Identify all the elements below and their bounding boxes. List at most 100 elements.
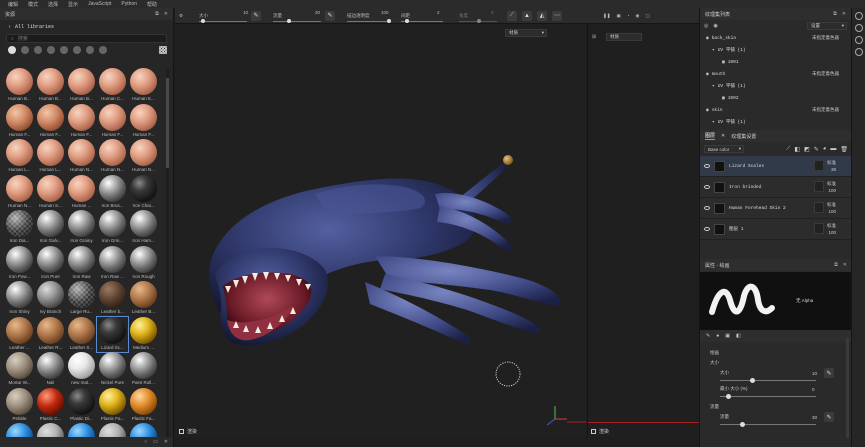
menu-help[interactable]: 帮助 [147,1,157,8]
eye-icon[interactable]: ◉ [706,72,709,77]
physics-icon[interactable]: ◭ [537,10,547,21]
flow-value[interactable]: 30 [812,415,817,420]
filter-environment-icon[interactable] [99,46,107,54]
properties-scrollbar[interactable] [846,338,849,438]
size-slider[interactable] [720,378,816,383]
material-thumbnail[interactable]: Human N... [4,174,35,211]
render2-checkbox[interactable] [591,429,596,434]
material-thumbnail[interactable]: Medium ... [128,316,159,353]
display-icon[interactable]: ▣ [617,13,621,19]
material-thumbnail[interactable]: Leather B... [128,281,159,317]
menu-edit[interactable]: 编辑 [8,1,18,8]
2d-viewport[interactable]: 材质 ⊞ [587,24,700,437]
material-thumbnail[interactable]: Iron Pure [35,245,66,282]
add-fill-layer-icon[interactable]: ◩ [804,146,810,153]
material-thumbnail[interactable]: Human F... [97,103,128,140]
shader-assign[interactable]: 未指定着色器 [812,107,839,113]
texture-set-item[interactable]: ◉ mouth 未指定着色器 [700,68,851,80]
channel-dropdown[interactable]: Base color ▾ [704,145,744,153]
material-thumbnail[interactable]: Iron Shiny [4,281,35,317]
material-thumbnail[interactable]: Human F... [4,103,35,140]
layer-blend[interactable]: 标准 100 [827,180,836,194]
add-paint-layer-icon[interactable]: ✎ [814,146,819,153]
viewport2-material-dropdown[interactable]: 材质 [606,33,642,41]
pause-icon[interactable]: ❚❚ [603,13,611,19]
more-icon[interactable]: ⋯ [552,10,562,21]
grid-toggle-icon[interactable]: ⊞ [592,34,596,40]
layer-row[interactable]: Lizard Scales 标准 38 [700,156,851,177]
filter-materials-icon[interactable] [21,46,29,54]
tab-texture-set-settings[interactable]: 纹理集设置 [731,133,756,140]
material-thumbnail[interactable]: Nickel Pure [97,352,128,388]
layer-opacity[interactable]: 100 [828,188,836,193]
eye-icon[interactable]: ◉ [706,36,709,41]
assets-scrollbar[interactable] [166,68,169,440]
tile-row[interactable]: ▦1002 [700,92,851,104]
add-folder-icon[interactable]: ▬ [830,146,836,153]
material-thumbnail[interactable]: Iron Galv... [35,210,66,246]
layer-opacity[interactable]: 100 [828,209,836,214]
toolbar-flow-slider[interactable] [273,19,321,23]
folder-icon[interactable]: ▭ [153,439,158,445]
min-size-slider[interactable] [720,394,816,399]
material-thumbnail[interactable]: Leather b... [97,281,128,317]
layer-opacity[interactable]: 38 [831,167,836,172]
eye-icon[interactable] [704,164,710,168]
screenshot-icon[interactable]: ▢ [645,13,649,19]
filter-masks-icon[interactable] [47,46,55,54]
filter-brushes-icon[interactable] [60,46,68,54]
material-thumbnail[interactable]: Iron Dia... [4,210,35,246]
size-pressure-icon[interactable]: ✎ [824,368,834,378]
circle-icon[interactable]: ○ [144,439,147,445]
material-thumbnail[interactable]: Human N... [97,139,128,175]
material-thumbnail[interactable]: Human F... [35,103,66,140]
texture-set-icon[interactable] [854,24,863,32]
alpha-tab-icon[interactable]: ◧ [736,333,741,339]
material-thumbnail[interactable]: Plastic C... [35,387,66,424]
layer-mask-thumbnail[interactable] [814,223,824,234]
material-thumbnail[interactable]: Human C... [97,68,128,104]
material-thumbnail[interactable]: Mortar W... [4,352,35,388]
menu-javascript[interactable]: JavaScript [88,1,111,7]
filter-all-icon[interactable] [8,46,16,54]
eye-icon[interactable] [704,227,710,231]
flow-slider[interactable] [720,422,816,427]
toolbar-size-slider[interactable] [199,19,247,23]
layer-blend[interactable]: 标准 100 [827,201,836,215]
menu-select[interactable]: 选择 [48,1,58,8]
material-tab-icon[interactable]: ● [716,333,719,339]
material-thumbnail[interactable]: Iron Grin... [97,210,128,246]
undock-icon[interactable]: ⧉ [155,11,159,17]
lazy-mouse-icon[interactable]: ⟋ [507,10,517,21]
close-icon[interactable]: ✕ [164,11,168,17]
material-thumbnail[interactable]: Nail [35,352,66,388]
material-thumbnail[interactable]: Iron Brus... [97,174,128,211]
close-icon[interactable]: ✕ [721,133,725,139]
layer-row[interactable]: Human Forehead Skin 2 标准 100 [700,198,851,219]
material-thumbnail[interactable]: Iron Grainy [66,210,97,246]
add-material-icon[interactable]: ◕ [823,146,827,153]
tool-settings-icon[interactable]: ⚙ [175,8,189,24]
material-thumbnail[interactable]: Iron Raw [66,245,97,282]
flow-pressure-icon[interactable]: ✎ [325,10,335,21]
material-thumbnail[interactable]: Human F... [66,103,97,140]
material-thumbnail[interactable]: Ivy Branch [35,281,66,317]
search-input[interactable]: ⌕ 搜索 [6,34,167,43]
toolbar-stroke-opacity-slider[interactable] [347,19,391,23]
shader-assign[interactable]: 未指定着色器 [812,35,839,41]
history-icon[interactable] [854,36,863,44]
material-thumbnail[interactable]: Iron Raw ... [97,245,128,282]
layer-blend[interactable]: 标准 38 [827,159,836,173]
min-size-value[interactable]: 0 [812,387,815,392]
stencil-tab-icon[interactable]: ▣ [725,333,730,339]
undock-icon[interactable]: ⧉ [834,262,838,268]
material-thumbnail[interactable]: Human N... [128,139,159,175]
add-effect-icon[interactable]: ⟋ [786,146,790,153]
eye-icon[interactable]: ◎ [704,23,708,29]
material-thumbnail[interactable]: Leather R... [35,316,66,353]
toolbar-stroke-opacity-value[interactable]: 100 [381,10,389,15]
toolbar-spacing-value[interactable]: 2 [437,10,440,15]
close-icon[interactable]: ✕ [164,439,168,445]
filter-textures-icon[interactable] [86,46,94,54]
3d-viewport[interactable]: 材质 ▾ [175,24,586,437]
